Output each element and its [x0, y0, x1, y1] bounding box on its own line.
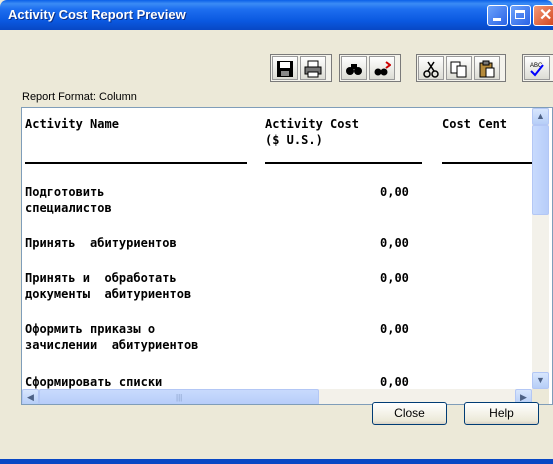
save-button[interactable]: [272, 56, 298, 80]
row-activity-name-cont: специалистов: [25, 201, 112, 215]
cut-button[interactable]: [418, 56, 444, 80]
horizontal-scrollbar[interactable]: ◀ ||| ▶: [22, 389, 532, 404]
paste-button[interactable]: [474, 56, 500, 80]
copy-icon: [450, 61, 467, 78]
chevron-left-icon: ◀: [27, 392, 34, 402]
grip-icon: |||: [176, 393, 183, 402]
close-window-button[interactable]: ✕: [533, 5, 553, 26]
column-header-activity-cost: Activity Cost: [265, 117, 359, 131]
row-activity-name-cont: зачислении абитуриентов: [25, 338, 199, 352]
vertical-scroll-thumb[interactable]: [532, 125, 549, 215]
header-rule: [442, 162, 532, 164]
row-activity-cost: 0,00: [380, 185, 409, 199]
spellcheck-icon: ABC: [530, 63, 544, 77]
save-icon: [277, 61, 293, 77]
horizontal-scroll-thumb[interactable]: |||: [39, 389, 319, 404]
copy-button[interactable]: [446, 56, 472, 80]
scroll-left-button[interactable]: ◀: [22, 389, 39, 404]
row-activity-name: Принять абитуриентов: [25, 236, 177, 250]
cut-icon: [423, 61, 439, 78]
find-button[interactable]: [341, 56, 367, 80]
toolbar-group-file: [270, 54, 332, 82]
chevron-up-icon: ▲: [536, 111, 545, 121]
title-bar[interactable]: Activity Cost Report Preview ✕: [0, 0, 553, 30]
report-preview-window: Activity Cost Report Preview ✕ ABC Repor…: [0, 0, 553, 464]
help-button[interactable]: Help: [464, 402, 539, 425]
row-activity-name: Подготовить: [25, 185, 105, 199]
toolbar-group-spell: ABC: [522, 54, 553, 82]
print-icon: [304, 60, 322, 78]
row-activity-cost: 0,00: [380, 375, 409, 389]
paste-icon: [479, 60, 495, 78]
close-button[interactable]: Close: [372, 402, 447, 425]
report-format-label: Report Format: Column: [22, 91, 137, 103]
row-activity-name: Сформировать списки: [25, 375, 163, 389]
minimize-button[interactable]: [487, 5, 508, 26]
find-icon: [346, 64, 362, 75]
header-rule: [265, 162, 422, 164]
row-activity-name-cont: документы абитуриентов: [25, 287, 192, 301]
print-button[interactable]: [300, 56, 326, 80]
row-activity-cost: 0,00: [380, 322, 409, 336]
spellcheck-button[interactable]: ABC: [524, 56, 550, 80]
row-activity-cost: 0,00: [380, 236, 409, 250]
toolbar-group-find: [339, 54, 401, 82]
row-activity-cost: 0,00: [380, 271, 409, 285]
toolbar-group-edit: [416, 54, 506, 82]
vertical-scrollbar[interactable]: ▲ ▼: [532, 108, 549, 389]
header-rule: [25, 162, 247, 164]
column-header-activity-name: Activity Name: [25, 117, 119, 131]
report-preview-pane[interactable]: Activity Name Activity Cost ($ U.S.) Cos…: [21, 107, 553, 405]
window-frame-bottom: [0, 459, 553, 464]
row-activity-name: Оформить приказы о: [25, 322, 156, 336]
column-header-activity-cost-unit: ($ U.S.): [265, 133, 323, 147]
window-title: Activity Cost Report Preview: [8, 7, 186, 22]
chevron-down-icon: ▼: [536, 375, 545, 385]
close-icon: ✕: [539, 7, 553, 24]
find-replace-icon: [374, 61, 391, 76]
scroll-down-button[interactable]: ▼: [532, 372, 549, 389]
maximize-button[interactable]: [510, 5, 531, 26]
find-replace-button[interactable]: [369, 56, 395, 80]
row-activity-name: Принять и обработать: [25, 271, 177, 285]
column-header-cost-center: Cost Cent: [442, 117, 508, 131]
scroll-up-button[interactable]: ▲: [532, 108, 549, 125]
